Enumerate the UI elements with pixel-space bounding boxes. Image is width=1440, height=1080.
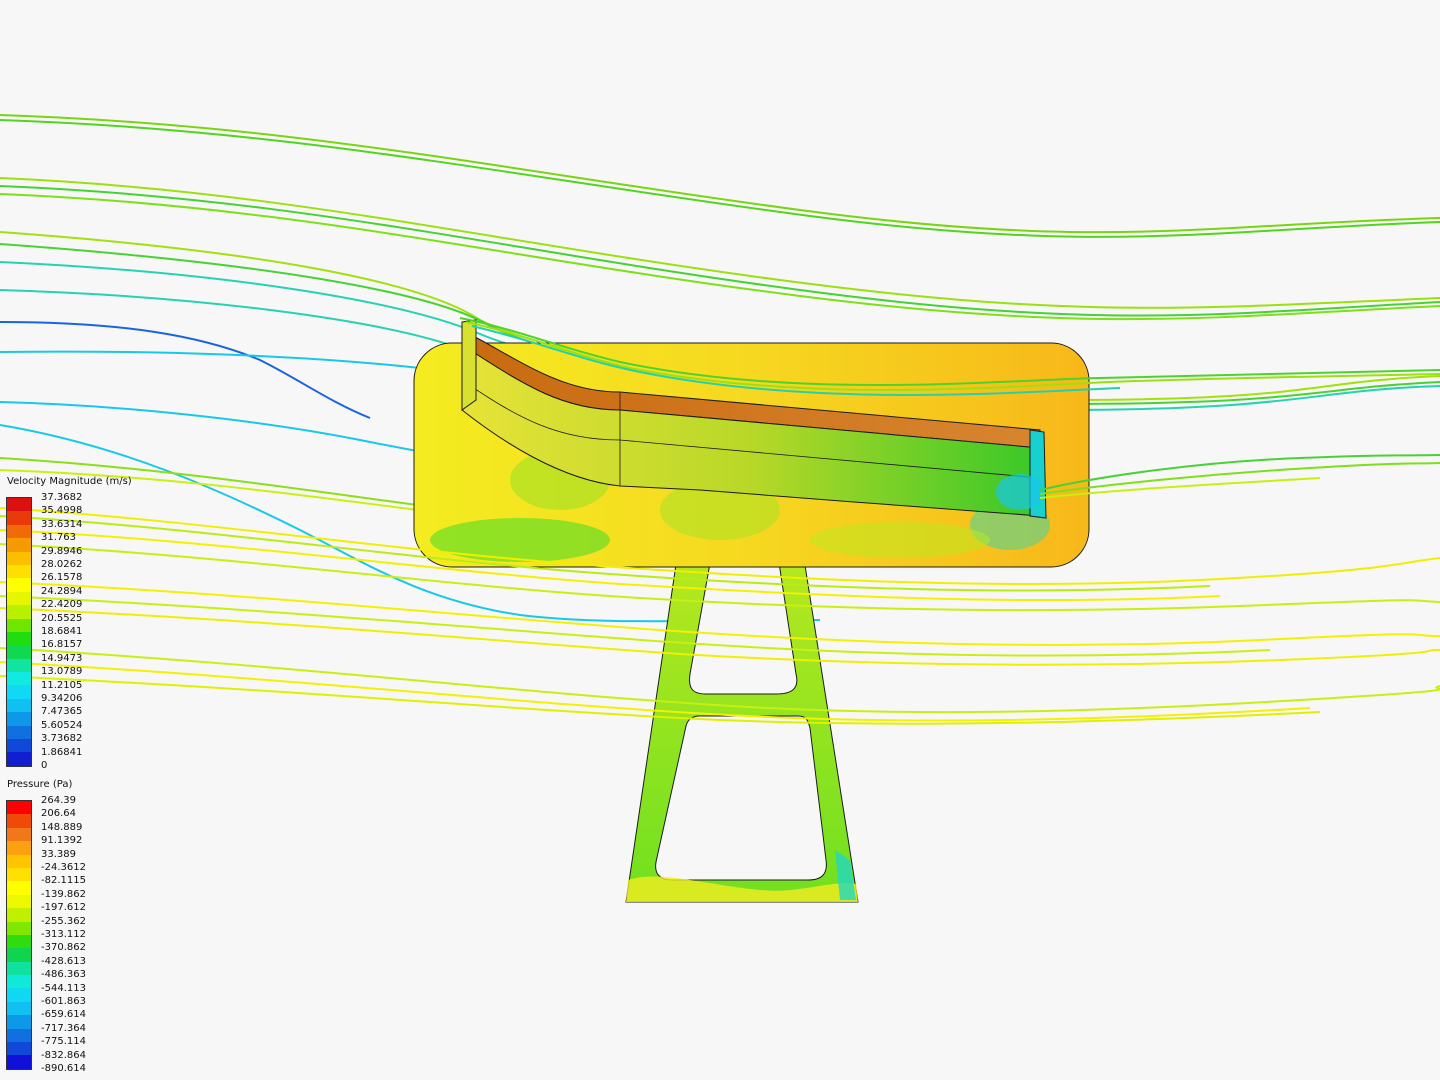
pressure_legend-label: -544.113 [41, 982, 86, 994]
velocity_legend-swatch [7, 658, 31, 673]
velocity_legend-label: 29.8946 [41, 545, 83, 557]
velocity_legend-swatch [7, 685, 31, 699]
pressure-color-bar [6, 800, 32, 1070]
pressure_legend-swatch [7, 1055, 31, 1069]
pressure_legend-swatch [7, 841, 31, 855]
pressure_legend-swatch [7, 988, 31, 1002]
velocity-legend-title: Velocity Magnitude (m/s) [7, 476, 132, 487]
pressure_legend-label: -82.1115 [41, 875, 86, 887]
velocity_legend-label: 18.6841 [41, 626, 83, 637]
pressure_legend-swatch [7, 934, 31, 949]
velocity_legend-swatch [7, 725, 31, 740]
pressure_legend-label: -486.363 [41, 969, 86, 981]
velocity_legend-label: 0 [41, 760, 48, 771]
pressure_legend-label: 91.1392 [41, 835, 83, 847]
pressure_legend-label: -197.612 [41, 902, 86, 914]
velocity_legend-swatch [7, 672, 31, 686]
pressure_legend-swatch [7, 894, 31, 909]
velocity_legend-label: 3.73682 [41, 733, 83, 745]
velocity-color-bar [6, 497, 32, 767]
pressure_legend-label: 148.889 [41, 821, 83, 833]
velocity_legend-label: 5.60524 [41, 719, 83, 731]
pressure_legend-label: -601.863 [41, 996, 86, 1007]
velocity_legend-label: 9.34206 [41, 693, 83, 704]
velocity_legend-label: 35.4998 [41, 505, 83, 517]
pressure_legend-swatch [7, 814, 31, 828]
velocity_legend-label: 24.2894 [41, 585, 83, 597]
velocity_legend-swatch [7, 591, 31, 606]
pressure_legend-label: 264.39 [41, 795, 76, 806]
velocity_legend-swatch [7, 524, 31, 539]
pressure_legend-label: -775.114 [41, 1036, 86, 1048]
pressure_legend-swatch [7, 1042, 31, 1056]
pressure_legend-swatch [7, 827, 31, 842]
pressure_legend-swatch [7, 948, 31, 962]
velocity_legend-label: 28.0262 [41, 559, 83, 570]
velocity_legend-label: 16.8157 [41, 639, 83, 651]
pressure_legend-label: -659.614 [41, 1009, 86, 1021]
pressure_legend-label: -428.613 [41, 955, 86, 967]
pressure_legend-label: -370.862 [41, 942, 86, 954]
pressure_legend-swatch [7, 801, 31, 815]
velocity_legend-swatch [7, 498, 31, 512]
pressure_legend-swatch [7, 975, 31, 989]
velocity_legend-swatch [7, 578, 31, 592]
pressure_legend-swatch [7, 854, 31, 868]
pressure_legend-swatch [7, 1001, 31, 1016]
velocity_legend-label: 14.9473 [41, 652, 83, 664]
pressure_legend-label: -139.862 [41, 888, 86, 900]
velocity_legend-swatch [7, 645, 31, 659]
velocity_legend-label: 20.5525 [41, 612, 83, 624]
pressure_legend-label: -832.864 [41, 1049, 86, 1061]
velocity_legend-label: 37.3682 [41, 492, 83, 503]
velocity_legend-swatch [7, 739, 31, 753]
pressure_legend-swatch [7, 961, 31, 976]
pressure_legend-swatch [7, 1028, 31, 1043]
pressure_legend-label: 206.64 [41, 808, 76, 820]
pressure_legend-swatch [7, 908, 31, 922]
velocity_legend-swatch [7, 511, 31, 525]
velocity_legend-label: 11.2105 [41, 679, 83, 691]
velocity_legend-swatch [7, 538, 31, 552]
velocity_legend-swatch [7, 564, 31, 579]
pressure_legend-label: -717.364 [41, 1022, 86, 1034]
velocity_legend-label: 26.1578 [41, 572, 83, 584]
velocity_legend-swatch [7, 551, 31, 565]
velocity_legend-label: 1.86841 [41, 746, 83, 758]
pressure_legend-swatch [7, 1015, 31, 1029]
velocity_legend-swatch [7, 752, 31, 766]
velocity_legend-label: 31.763 [41, 532, 76, 544]
velocity_legend-swatch [7, 698, 31, 713]
pressure_legend-swatch [7, 867, 31, 882]
velocity_legend-label: 22.4209 [41, 599, 83, 611]
velocity_legend-label: 13.0789 [41, 666, 83, 678]
pressure_legend-swatch [7, 881, 31, 895]
pressure_legend-label: -24.3612 [41, 862, 86, 873]
velocity_legend-swatch [7, 605, 31, 619]
pressure_legend-label: -313.112 [41, 929, 86, 940]
velocity_legend-label: 7.47365 [41, 706, 83, 718]
velocity_legend-label: 33.6314 [41, 518, 83, 530]
velocity_legend-swatch [7, 631, 31, 646]
velocity_legend-swatch [7, 712, 31, 726]
pressure-legend-title: Pressure (Pa) [7, 779, 73, 790]
pressure_legend-label: -890.614 [41, 1063, 86, 1074]
simulation-viewport[interactable] [0, 0, 1440, 1080]
pressure_legend-label: 33.389 [41, 848, 76, 860]
pressure_legend-swatch [7, 921, 31, 935]
pressure_legend-label: -255.362 [41, 915, 86, 927]
velocity_legend-swatch [7, 618, 31, 632]
